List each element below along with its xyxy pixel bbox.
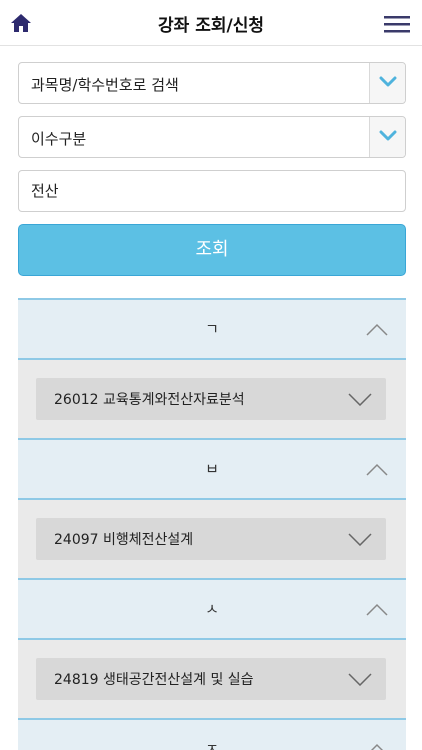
chevron-up-icon	[370, 743, 384, 750]
chevron-down-icon	[348, 673, 372, 686]
group-body-giyeok: 26012 교육통계와전산자료분석	[18, 358, 406, 438]
course-label: 26012 교육통계와전산자료분석	[54, 392, 245, 408]
category-dropdown-toggle[interactable]	[369, 117, 405, 157]
group-header-bieup[interactable]: ㅂ	[18, 438, 406, 498]
chevron-up-icon	[366, 603, 388, 616]
app-header: 강좌 조회/신청	[0, 0, 422, 46]
course-item[interactable]: 26012 교육통계와전산자료분석	[36, 378, 386, 420]
chevron-down-icon	[379, 130, 397, 141]
group-header-siot[interactable]: ㅅ	[18, 578, 406, 638]
group-body-siot: 24819 생태공간전산설계 및 실습	[18, 638, 406, 718]
group-body-bieup: 24097 비행체전산설계	[18, 498, 406, 578]
group-letter: ㅂ	[205, 460, 219, 478]
chevron-up-icon	[366, 463, 388, 476]
course-item[interactable]: 24097 비행체전산설계	[36, 518, 386, 560]
chevron-down-icon	[348, 393, 372, 406]
hamburger-menu-icon[interactable]	[384, 14, 410, 34]
group-letter: ㅈ	[205, 740, 219, 750]
group-letter: ㄱ	[205, 320, 219, 338]
course-item[interactable]: 24819 생태공간전산설계 및 실습	[36, 658, 386, 700]
group-letter: ㅅ	[205, 600, 219, 618]
group-header-giyeok[interactable]: ㄱ	[18, 298, 406, 358]
search-button[interactable]: 조회	[18, 224, 406, 276]
group-header-jieut[interactable]: ㅈ	[18, 718, 406, 750]
chevron-up-icon	[366, 323, 388, 336]
search-type-select[interactable]: 과목명/학수번호로 검색	[18, 62, 406, 104]
search-panel: 과목명/학수번호로 검색 이수구분 전산 조회 ㄱ 26012 교육통계와전산자…	[18, 62, 406, 750]
course-label: 24819 생태공간전산설계 및 실습	[54, 672, 254, 688]
chevron-down-icon	[348, 533, 372, 546]
search-type-dropdown-toggle[interactable]	[369, 63, 405, 103]
chevron-down-icon	[379, 76, 397, 87]
category-value: 이수구분	[31, 130, 87, 148]
course-label: 24097 비행체전산설계	[54, 532, 194, 548]
page-title: 강좌 조회/신청	[158, 16, 264, 36]
category-select[interactable]: 이수구분	[18, 116, 406, 158]
keyword-input[interactable]: 전산	[18, 170, 406, 212]
search-type-value: 과목명/학수번호로 검색	[31, 76, 179, 94]
